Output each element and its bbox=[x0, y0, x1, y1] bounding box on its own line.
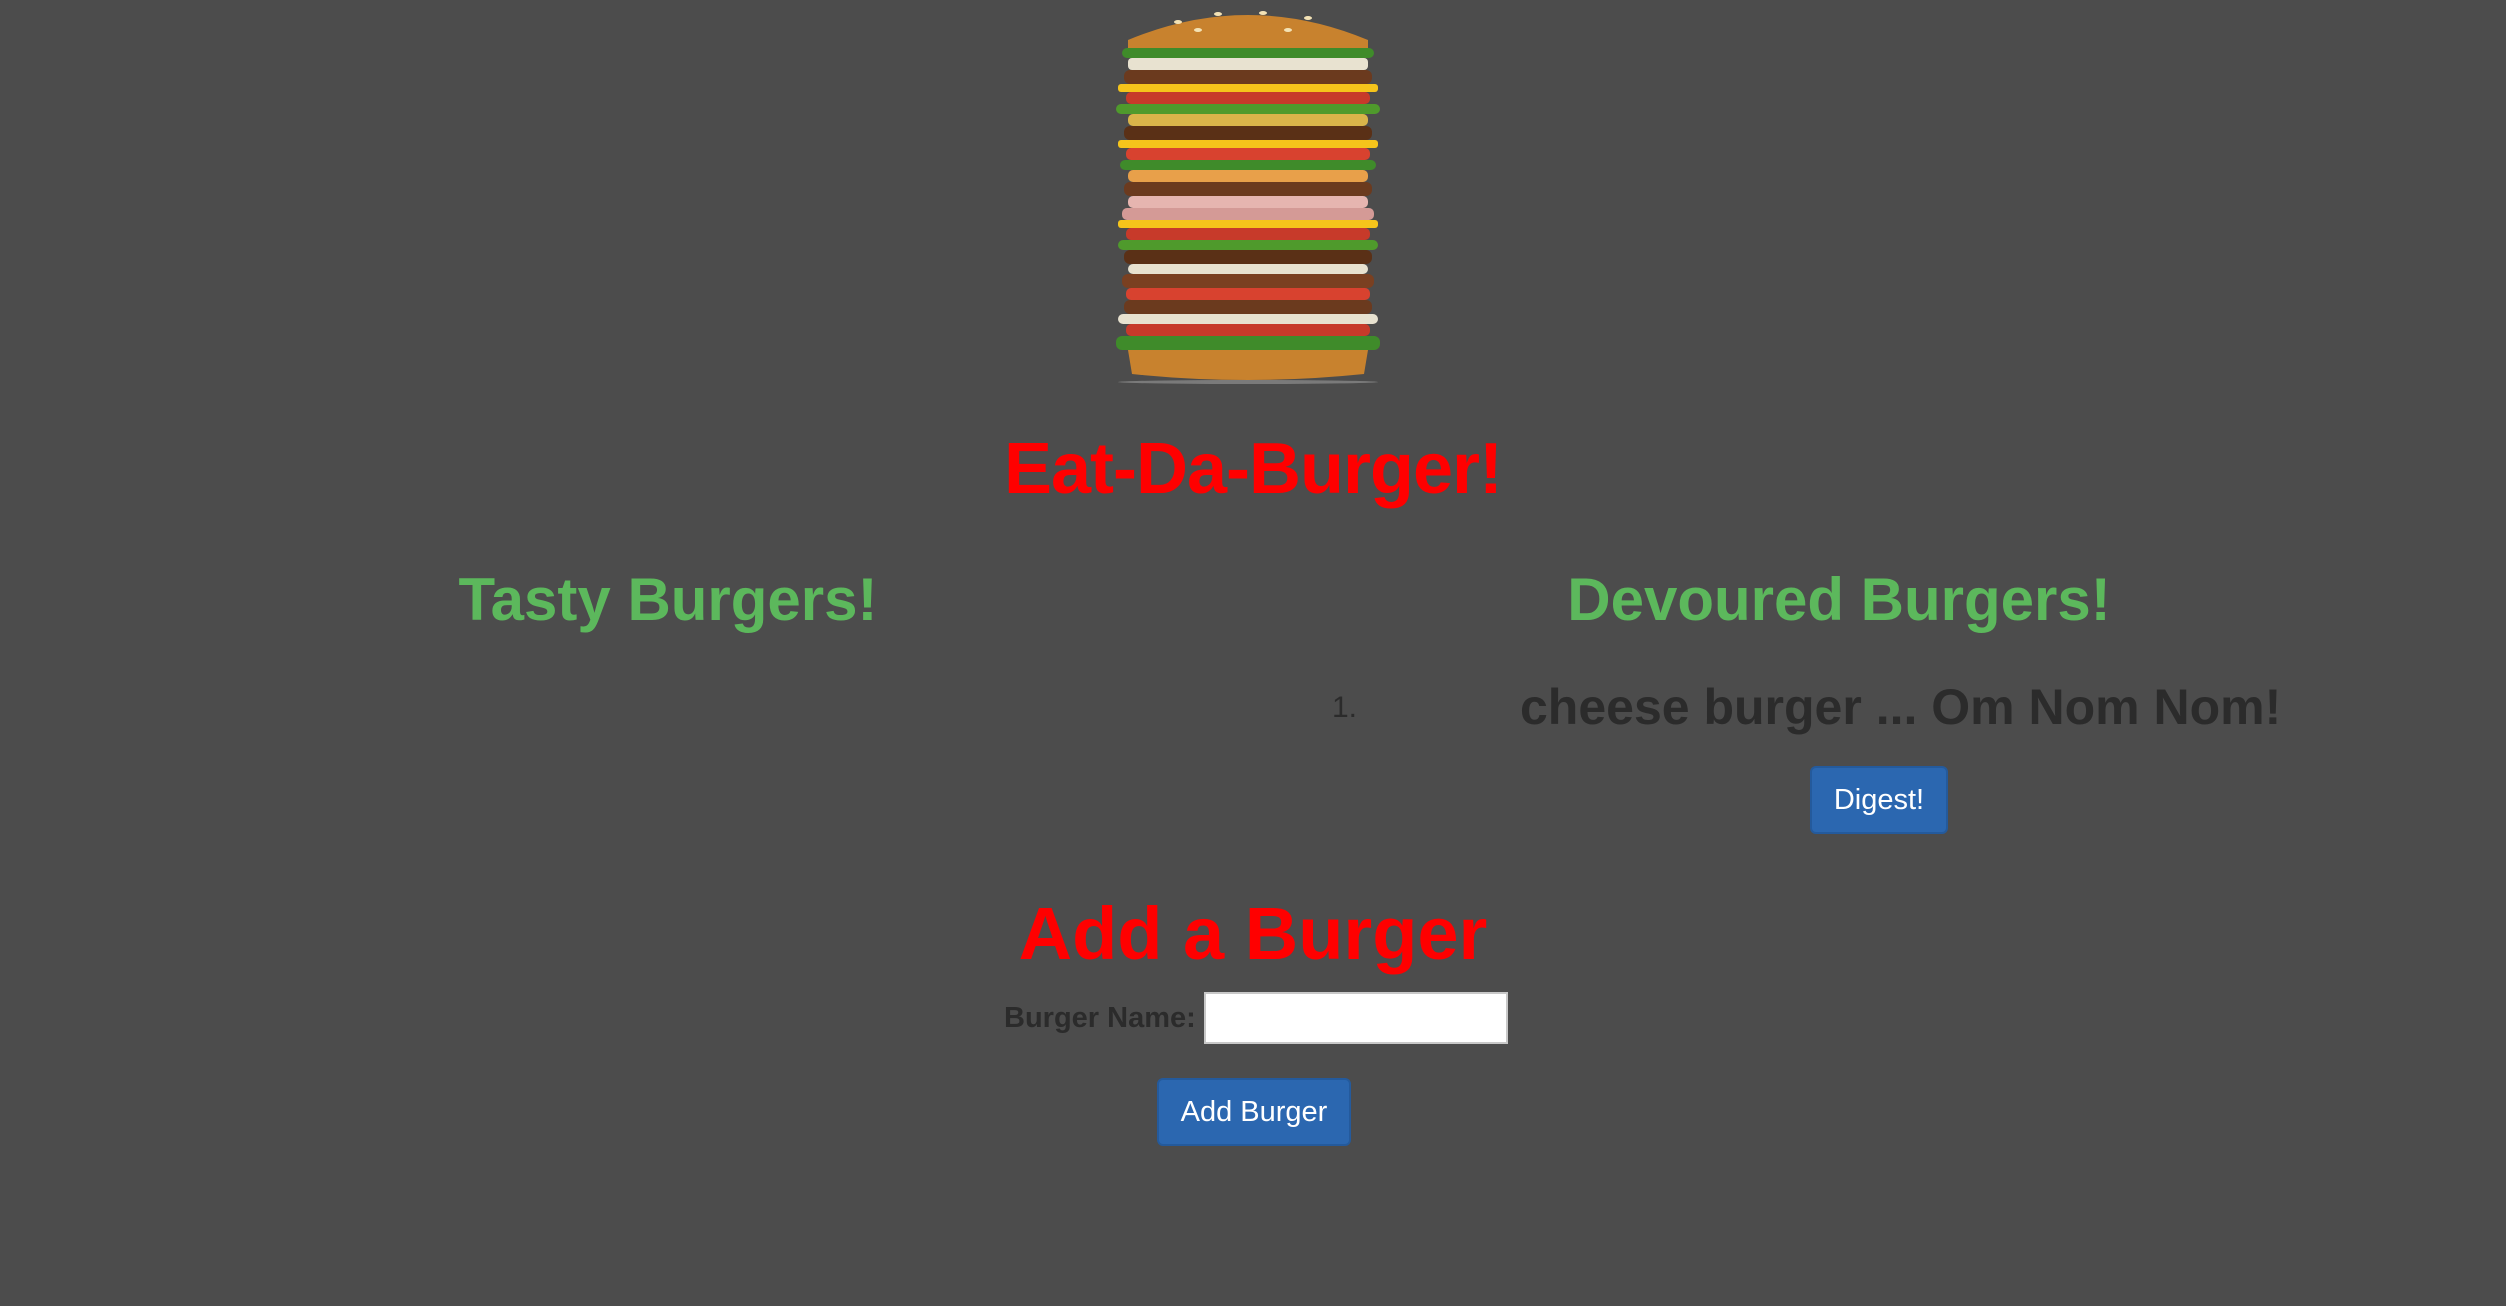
devoured-burgers-list: 1. cheese burger ... Om Nom Nom! Digest! bbox=[1320, 662, 2281, 842]
add-burger-heading: Add a Burger bbox=[1018, 892, 1488, 975]
add-burger-form: Burger Name: bbox=[1004, 991, 1508, 1045]
devoured-burgers-heading: Devoured Burgers! bbox=[1567, 566, 2111, 633]
list-item: 1. cheese burger ... Om Nom Nom! Digest! bbox=[1320, 662, 2281, 842]
burger-name: cheese burger ... Om Nom Nom! bbox=[1520, 679, 2282, 735]
burger-name-input[interactable] bbox=[1203, 992, 1508, 1044]
burger-name-label: Burger Name: bbox=[1004, 1001, 1196, 1034]
stacked-burger-image bbox=[1088, 0, 1408, 384]
add-burger-button[interactable]: Add Burger bbox=[1157, 1078, 1351, 1146]
digest-button[interactable]: Digest! bbox=[1810, 766, 1948, 834]
list-item-number: 1. bbox=[1332, 691, 1358, 724]
tasty-burgers-heading: Tasty Burgers! bbox=[458, 566, 878, 633]
page-title: Eat-Da-Burger! bbox=[1003, 429, 1503, 509]
